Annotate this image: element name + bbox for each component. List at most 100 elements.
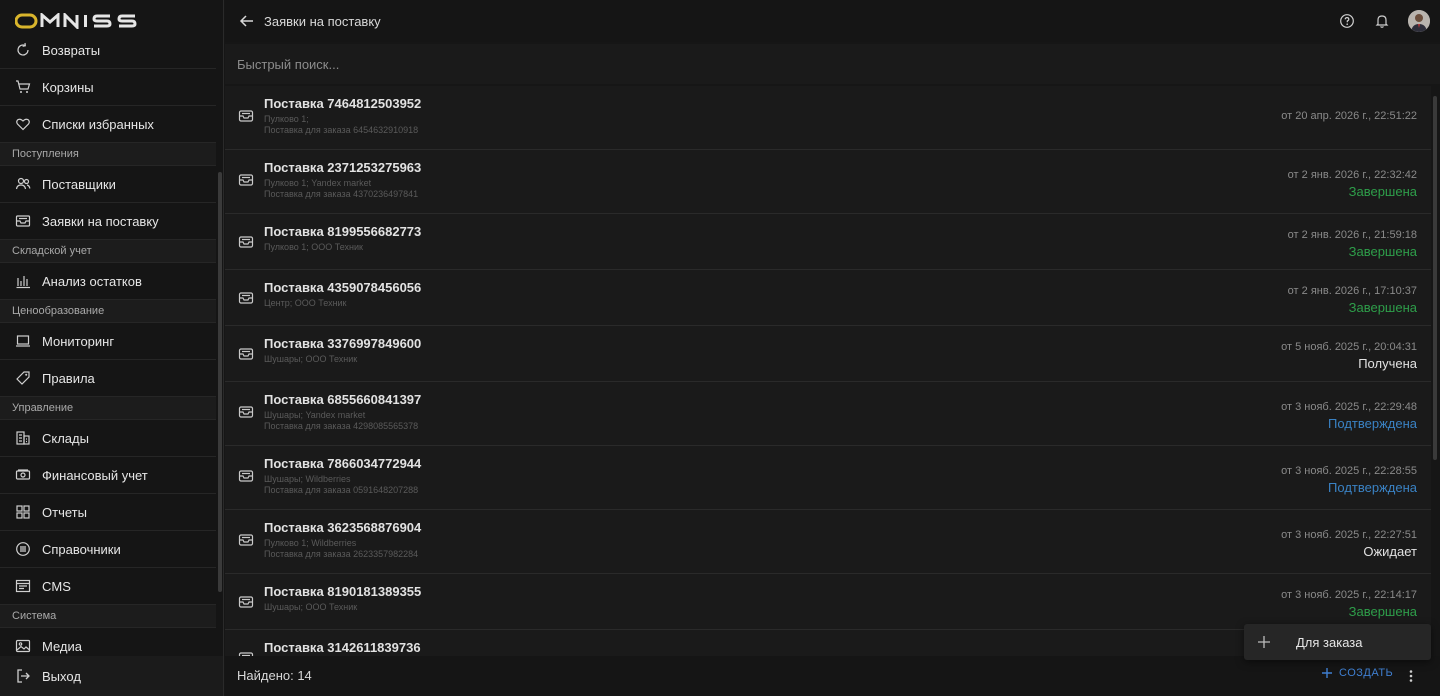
create-label: СОЗДАТЬ <box>1339 667 1394 679</box>
supply-subtitle: Поставка для заказа 4370236497841 <box>264 189 419 199</box>
supply-list: Поставка 7464812503952 Пулково 1; Поставка… <box>225 86 1431 656</box>
inbox-icon <box>238 594 254 610</box>
supply-title: Поставка 8199556682773 <box>264 224 422 239</box>
sidebar-item[interactable]: Склады <box>0 420 216 457</box>
omnis-logo[interactable] <box>14 11 140 31</box>
supply-subtitle: Пулково 1; Wildberries <box>264 538 357 548</box>
supply-row[interactable]: Поставка 6855660841397 Шушары; Yandex mar… <box>225 382 1431 446</box>
sidebar-scrollbar[interactable] <box>218 172 222 592</box>
status-badge: Завершена <box>1348 244 1417 259</box>
supply-title: Поставка 3623568876904 <box>264 520 422 535</box>
user-avatar[interactable] <box>1408 10 1430 32</box>
supply-subtitle: Шушары; ООО Техник <box>264 602 358 612</box>
list-scrollbar[interactable] <box>1433 96 1437 460</box>
supply-date: от 3 нояб. 2025 г., 22:27:51 <box>1281 529 1417 541</box>
logout-label: Выход <box>42 668 81 684</box>
supply-subtitle: Пулково 1; <box>264 114 309 124</box>
search-input[interactable] <box>225 44 1440 84</box>
sidebar-item[interactable]: Справочники <box>0 531 216 568</box>
supply-date: от 3 нояб. 2025 г., 22:29:48 <box>1281 401 1417 413</box>
sidebar-nav: Возвраты Корзины Списки избранных Поступлен… <box>0 32 216 665</box>
sidebar-item-label: Мониторинг <box>42 333 115 349</box>
supply-subtitle: Пулково 1; ООО Техник <box>264 242 363 252</box>
back-arrow-icon[interactable] <box>239 13 255 29</box>
sidebar-section-header: Складской учет <box>0 240 216 263</box>
sidebar-item[interactable]: CMS <box>0 568 216 605</box>
supply-subtitle: Поставка для заказа 2623357982284 <box>264 549 419 559</box>
sidebar-item-label: Анализ остатков <box>42 273 142 289</box>
supply-date: от 2 янв. 2026 г., 22:32:42 <box>1287 169 1417 181</box>
inbox-icon <box>238 532 254 548</box>
sidebar-section-header: Ценообразование <box>0 300 216 323</box>
sidebar-item[interactable]: Мониторинг <box>0 323 216 360</box>
bar-chart-icon <box>15 273 31 289</box>
supply-subtitle: Шушары; Yandex market <box>264 410 366 420</box>
cms-icon <box>15 578 31 594</box>
supply-title: Поставка 2371253275963 <box>264 160 422 175</box>
supply-row[interactable]: Поставка 4359078456056 Центр; ООО Техник о… <box>225 270 1431 326</box>
status-badge: Завершена <box>1348 184 1417 199</box>
supply-subtitle: Центр; ООО Техник <box>264 298 347 308</box>
more-vertical-icon[interactable] <box>1403 668 1419 684</box>
supply-row[interactable]: Поставка 2371253275963 Пулково 1; Yandex … <box>225 150 1431 214</box>
sidebar-item-label: Финансовый учет <box>42 467 148 483</box>
inbox-icon <box>238 108 254 124</box>
supply-subtitle: Поставка для заказа 0591648207288 <box>264 485 419 495</box>
supply-date: от 2 янв. 2026 г., 21:59:18 <box>1287 229 1417 241</box>
sidebar-item[interactable]: Отчеты <box>0 494 216 531</box>
refresh-icon <box>15 42 31 58</box>
menu-item-label: Для заказа <box>1296 635 1363 650</box>
inbox-icon <box>238 404 254 420</box>
help-icon[interactable] <box>1339 13 1355 29</box>
sidebar-item[interactable]: Возвраты <box>0 32 216 69</box>
sidebar-item[interactable]: Заявки на поставку <box>0 203 216 240</box>
money-icon <box>15 467 31 483</box>
footer-bar: Найдено: 14 СОЗДАТЬ <box>225 656 1440 696</box>
status-badge: Подтверждена <box>1328 416 1417 431</box>
heart-icon <box>15 116 31 132</box>
sidebar-item[interactable]: Анализ остатков <box>0 263 216 300</box>
page-title: Заявки на поставку <box>264 14 381 29</box>
supply-title: Поставка 4359078456056 <box>264 280 422 295</box>
supply-title: Поставка 6855660841397 <box>264 392 422 407</box>
logout-button[interactable]: Выход <box>0 656 223 696</box>
laptop-icon <box>15 333 31 349</box>
supply-date: от 3 нояб. 2025 г., 22:28:55 <box>1281 465 1417 477</box>
found-count: Найдено: 14 <box>237 668 312 683</box>
tag-icon <box>15 370 31 386</box>
sidebar-section-header: Управление <box>0 397 216 420</box>
sidebar-item[interactable]: Финансовый учет <box>0 457 216 494</box>
list-circle-icon <box>15 541 31 557</box>
supply-subtitle: Шушары; ООО Техник <box>264 354 358 364</box>
supply-row[interactable]: Поставка 8199556682773 Пулково 1; ООО Тех… <box>225 214 1431 270</box>
supply-title: Поставка 8190181389355 <box>264 584 422 599</box>
sidebar-item-label: Отчеты <box>42 504 87 520</box>
status-badge: Завершена <box>1348 300 1417 315</box>
supply-date: от 2 янв. 2026 г., 17:10:37 <box>1287 285 1417 297</box>
supply-row[interactable]: Поставка 3376997849600 Шушары; ООО Техник… <box>225 326 1431 382</box>
create-menu-item-for-order[interactable]: Для заказа <box>1244 624 1431 660</box>
status-badge: Получена <box>1358 356 1417 371</box>
sidebar-item[interactable]: Правила <box>0 360 216 397</box>
supply-row[interactable]: Поставка 3623568876904 Пулково 1; Wildber… <box>225 510 1431 574</box>
sidebar-item[interactable]: Списки избранных <box>0 106 216 143</box>
supply-row[interactable]: Поставка 8190181389355 Шушары; ООО Техник… <box>225 574 1431 630</box>
supply-title: Поставка 7866034772944 <box>264 456 422 471</box>
supply-row[interactable]: Поставка 7464812503952 Пулково 1; Поставка… <box>225 86 1431 150</box>
status-badge: Подтверждена <box>1328 480 1417 495</box>
grid-icon <box>15 504 31 520</box>
sidebar-section-header: Система <box>0 605 216 628</box>
sidebar-item-label: Справочники <box>42 541 121 557</box>
sidebar-item[interactable]: Корзины <box>0 69 216 106</box>
bell-icon[interactable] <box>1374 13 1390 29</box>
supply-row[interactable]: Поставка 7866034772944 Шушары; Wildberrie… <box>225 446 1431 510</box>
supply-title: Поставка 3142611839736 <box>264 640 421 655</box>
sidebar-item[interactable]: Поставщики <box>0 166 216 203</box>
sidebar: Возвраты Корзины Списки избранных Поступлен… <box>0 0 224 696</box>
logout-icon <box>15 668 31 684</box>
inbox-icon <box>238 234 254 250</box>
sidebar-item-label: Списки избранных <box>42 116 154 132</box>
create-button[interactable]: СОЗДАТЬ <box>1321 667 1393 679</box>
quick-search[interactable] <box>225 44 1440 84</box>
inbox-icon <box>238 346 254 362</box>
